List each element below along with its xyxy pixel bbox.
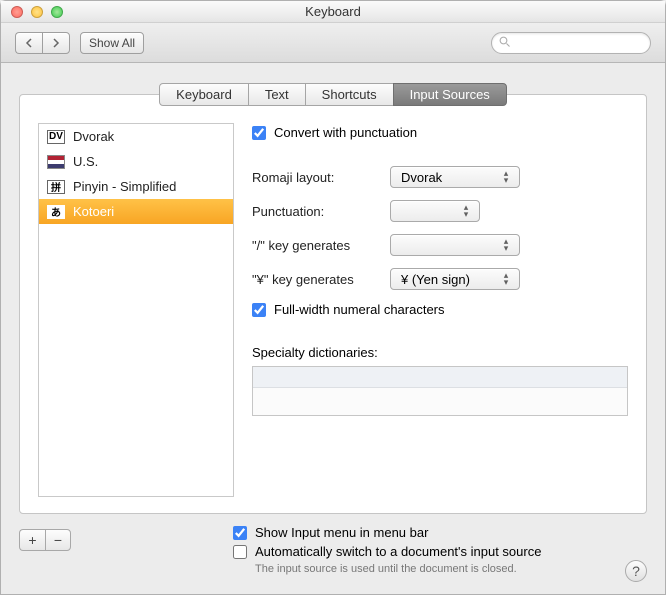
tabs: Keyboard Text Shortcuts Input Sources: [19, 83, 647, 106]
list-item[interactable]: 拼 Pinyin - Simplified: [39, 174, 233, 199]
kotoeri-icon: あ: [47, 205, 65, 219]
list-item[interactable]: DV Dvorak: [39, 124, 233, 149]
search-icon: [499, 36, 511, 48]
fullwidth-numerals-checkbox[interactable]: [252, 303, 266, 317]
fullwidth-numerals-label: Full-width numeral characters: [274, 302, 445, 317]
punctuation-label: Punctuation:: [252, 204, 382, 219]
list-item-label: Kotoeri: [73, 204, 114, 219]
chevron-updown-icon: ▴▾: [499, 238, 513, 252]
list-item-label: Dvorak: [73, 129, 114, 144]
list-item-label: U.S.: [73, 154, 98, 169]
options-column: Convert with punctuation Romaji layout: …: [252, 123, 628, 497]
add-source-button[interactable]: +: [19, 529, 45, 551]
nav-segment: [15, 32, 70, 54]
remove-source-button[interactable]: −: [45, 529, 71, 551]
show-all-button[interactable]: Show All: [80, 32, 144, 54]
prefs-window: Keyboard Show All Keyboard Text Shortcut…: [0, 0, 666, 595]
flag-icon: [47, 155, 65, 169]
panel: DV Dvorak U.S. 拼 Pinyin - Simplified あ K…: [19, 94, 647, 514]
romaji-layout-label: Romaji layout:: [252, 170, 382, 185]
romaji-layout-value: Dvorak: [401, 170, 442, 185]
specialty-dictionaries-list[interactable]: [252, 366, 628, 416]
body: Keyboard Text Shortcuts Input Sources DV…: [1, 63, 665, 594]
back-button[interactable]: [15, 32, 42, 54]
window-title: Keyboard: [1, 4, 665, 19]
show-input-menu-label: Show Input menu in menu bar: [255, 525, 428, 540]
slash-key-select[interactable]: ▴▾: [390, 234, 520, 256]
chevron-updown-icon: ▴▾: [499, 272, 513, 286]
tab-input-sources[interactable]: Input Sources: [393, 83, 507, 106]
search-wrap: [491, 32, 651, 54]
auto-switch-label: Automatically switch to a document's inp…: [255, 544, 541, 559]
auto-switch-checkbox[interactable]: [233, 545, 247, 559]
search-input[interactable]: [491, 32, 651, 54]
layout-icon: DV: [47, 130, 65, 144]
punctuation-select[interactable]: ▴▾: [390, 200, 480, 222]
tab-shortcuts[interactable]: Shortcuts: [305, 83, 394, 106]
chevron-updown-icon: ▴▾: [459, 204, 473, 218]
help-button[interactable]: ?: [625, 560, 647, 582]
list-item-label: Pinyin - Simplified: [73, 179, 176, 194]
toolbar: Show All: [1, 23, 665, 63]
list-item[interactable]: U.S.: [39, 149, 233, 174]
back-icon: [24, 38, 34, 48]
tab-keyboard[interactable]: Keyboard: [159, 83, 249, 106]
auto-switch-hint: The input source is used until the docum…: [233, 563, 635, 575]
forward-icon: [51, 38, 61, 48]
list-item-selected[interactable]: あ Kotoeri: [39, 199, 233, 224]
yen-key-value: ¥ (Yen sign): [401, 272, 470, 287]
input-source-list[interactable]: DV Dvorak U.S. 拼 Pinyin - Simplified あ K…: [38, 123, 234, 497]
add-remove-segment: + −: [19, 529, 71, 584]
forward-button[interactable]: [42, 32, 70, 54]
show-input-menu-checkbox[interactable]: [233, 526, 247, 540]
titlebar: Keyboard: [1, 1, 665, 23]
yen-key-label: "¥" key generates: [252, 272, 382, 287]
tab-text[interactable]: Text: [248, 83, 306, 106]
convert-punctuation-label: Convert with punctuation: [274, 125, 417, 140]
slash-key-label: "/" key generates: [252, 238, 382, 253]
chevron-updown-icon: ▴▾: [499, 170, 513, 184]
convert-punctuation-checkbox[interactable]: [252, 126, 266, 140]
pinyin-icon: 拼: [47, 180, 65, 194]
yen-key-select[interactable]: ¥ (Yen sign) ▴▾: [390, 268, 520, 290]
romaji-layout-select[interactable]: Dvorak ▴▾: [390, 166, 520, 188]
specialty-dictionaries-label: Specialty dictionaries:: [252, 345, 628, 360]
